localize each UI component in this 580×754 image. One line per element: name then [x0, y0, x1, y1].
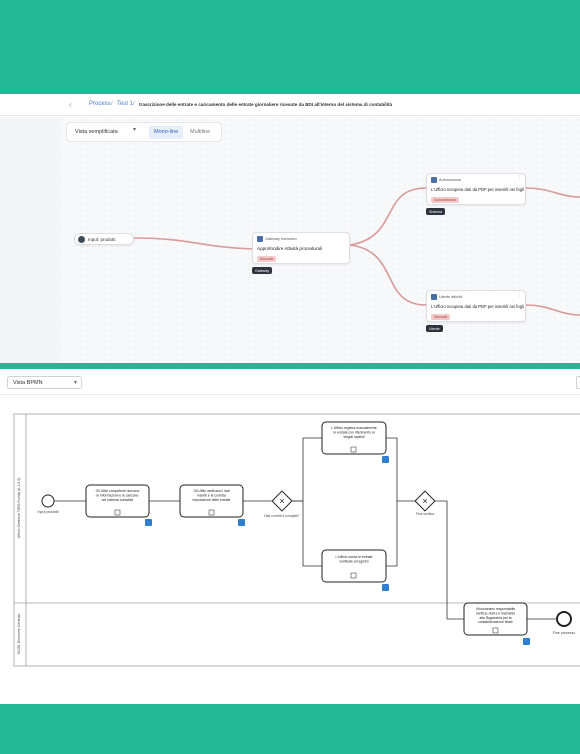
breadcrumb-separator: /: [111, 101, 113, 107]
node-title: Approfondire Attività procedurali: [257, 246, 323, 251]
node-chip: Gateway: [252, 267, 273, 274]
bpmn-view-select-label: Vista BPMN: [13, 380, 43, 386]
bpmn-toolbar: Vista BPMN ▾: [0, 369, 580, 395]
bpmn-task-label: Gli Uffici verificano i dati inseriti e l…: [193, 489, 231, 502]
node-type-label: Utente attività: [439, 295, 463, 299]
robot-icon: [431, 177, 437, 183]
start-event-label: Input prodotti: [38, 510, 59, 514]
gateway-icon: [257, 236, 263, 242]
flow-node-user-task[interactable]: Utente attività ⋮ L'Ufficio recupera dat…: [426, 290, 526, 322]
node-type-label: Gateway esclusivo: [265, 237, 297, 241]
breadcrumb-current: trascrizione delle entrate e caricamento…: [139, 102, 393, 107]
more-icon[interactable]: ⋮: [517, 175, 522, 181]
bpmn-task-label: Il funzionario responsabile verifica i da…: [476, 607, 516, 624]
bpmn-end-event[interactable]: [556, 611, 572, 627]
chevron-down-icon: ▾: [73, 380, 77, 386]
bpmn-task-label: L'Ufficio carica le entrate verificate al…: [336, 555, 373, 563]
arrow-left-icon[interactable]: ‹: [69, 100, 72, 109]
node-title: L'Ufficio recupera dati da PDF per inser…: [431, 187, 524, 192]
flow-node-gateway[interactable]: Gateway esclusivo Approfondire Attività …: [252, 232, 350, 264]
bpmn-view-select[interactable]: Vista BPMN ▾: [7, 376, 82, 389]
gateway-1-label: Dati corretti e completi?: [264, 514, 300, 518]
end-event-label: Fine processo: [553, 631, 576, 635]
node-title: L'Ufficio recupera dati da PDF per inser…: [431, 304, 524, 309]
breadcrumb-process[interactable]: Process: [89, 101, 111, 107]
play-icon: [78, 236, 85, 243]
breadcrumb-separator: /: [133, 101, 135, 107]
start-node[interactable]: Input: prodotti: [74, 233, 134, 245]
node-chip: Utente: [426, 325, 443, 332]
lane-label-2: SCGE Direzione Centrale: [17, 614, 21, 655]
breadcrumb-test[interactable]: Test 1: [117, 101, 133, 107]
lane-label-1: Ufficio Gestione TIRO-Fonda (A 1.0.0): [17, 478, 21, 539]
flow-node-automation[interactable]: Automazione ⋮ L'Ufficio recupera dati da…: [426, 173, 526, 205]
more-icon[interactable]: ⋮: [517, 292, 522, 298]
bpmn-action-button[interactable]: [576, 376, 580, 389]
gateway-2-label: Fine verifica: [416, 512, 434, 516]
user-icon: [431, 294, 437, 300]
node-tag: Automatizzato: [431, 197, 460, 203]
node-chip: Sistema: [426, 208, 445, 215]
svg-text:×: ×: [422, 496, 427, 506]
node-tag: Manuale: [257, 256, 277, 262]
bpmn-panel: Vista BPMN ▾ Ufficio Gestione TIRO-Fonda…: [0, 369, 580, 704]
start-node-label: Input: prodotti: [88, 237, 116, 242]
bpmn-diagram[interactable]: Ufficio Gestione TIRO-Fonda (A 1.0.0) SC…: [0, 396, 580, 704]
bpmn-start-event[interactable]: [41, 494, 55, 508]
svg-text:×: ×: [279, 496, 284, 506]
bpmn-task-label: Gli Uffici competenti ricevono le informa…: [96, 489, 140, 502]
node-type-label: Automazione: [439, 178, 462, 182]
node-tag: Manuale: [431, 314, 451, 320]
top-bar: ‹ Process / Test 1 / trascrizione delle …: [0, 94, 580, 116]
process-flow-panel: ‹ Process / Test 1 / trascrizione delle …: [0, 94, 580, 363]
